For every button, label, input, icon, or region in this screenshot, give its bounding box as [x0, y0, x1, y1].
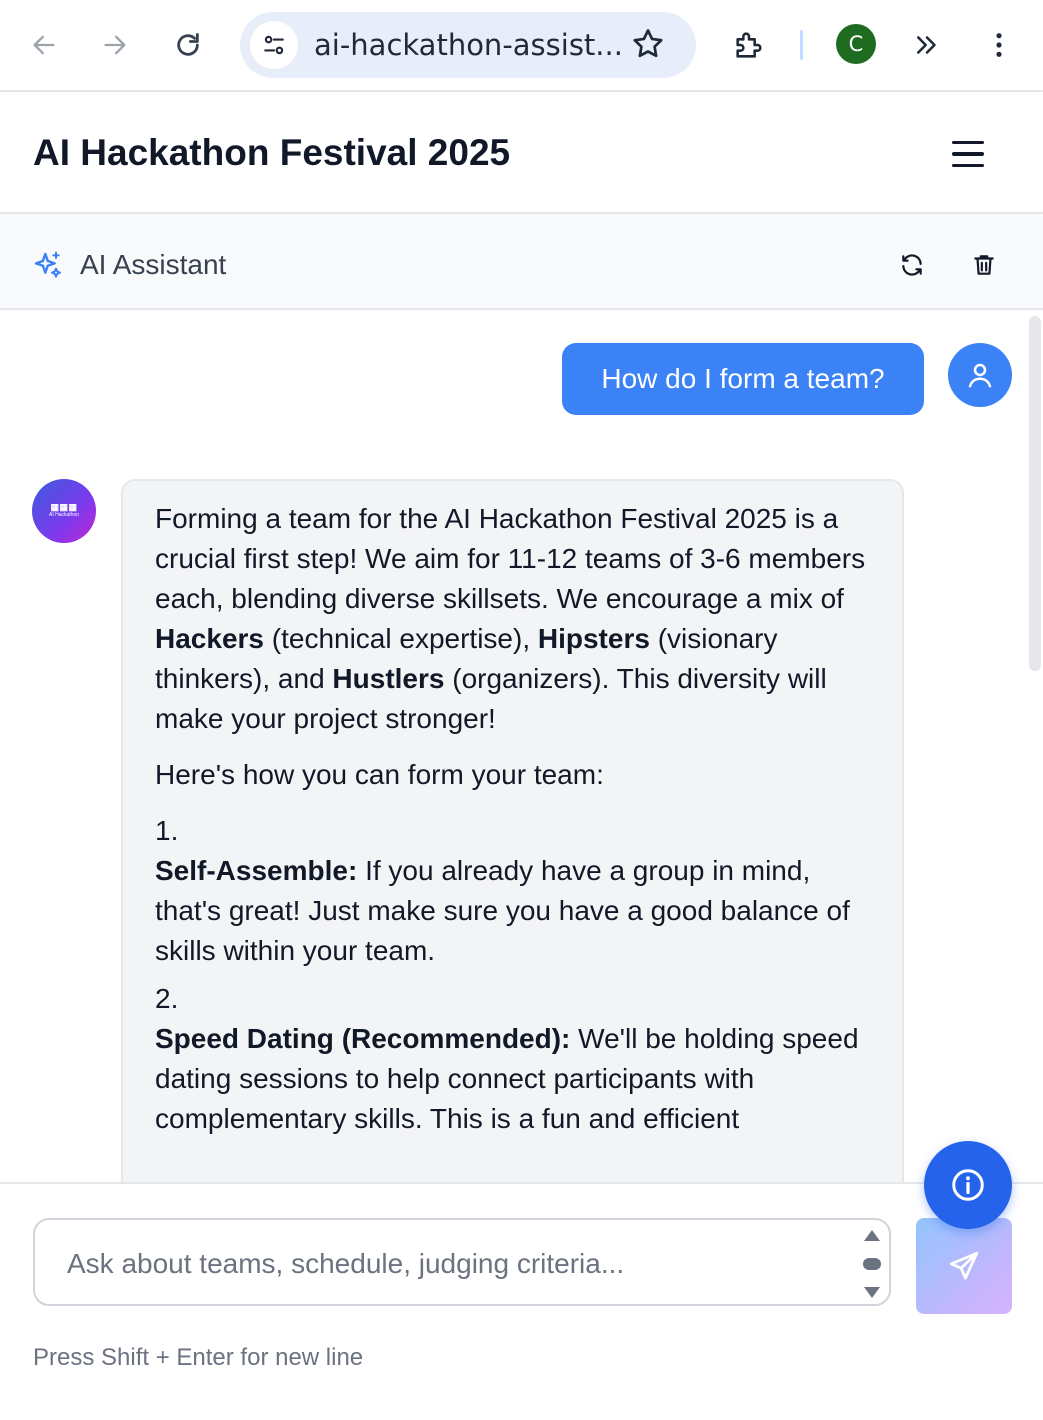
browser-toolbar: ai-hackathon-assist... C — [0, 0, 1043, 92]
reload-button[interactable] — [165, 22, 211, 68]
toolbar-divider — [800, 30, 803, 60]
info-icon — [952, 1169, 984, 1201]
tune-icon — [264, 35, 284, 55]
clear-chat-button[interactable] — [969, 250, 999, 280]
arrow-left-icon — [33, 35, 55, 55]
list-item: 2. Speed Dating (Recommended): We'll be … — [155, 983, 859, 1134]
extensions-button[interactable] — [726, 22, 772, 68]
assistant-header: AI Assistant — [0, 216, 1043, 310]
bot-avatar-label: AI Hackathon — [48, 512, 80, 518]
send-icon — [949, 1251, 979, 1280]
info-button[interactable] — [924, 1141, 1012, 1229]
chat-scrollbar[interactable] — [1027, 312, 1043, 1182]
hamburger-menu-button[interactable] — [946, 132, 990, 176]
hustlers-term: Hustlers — [332, 663, 445, 694]
hackathon-logo: ▦▦▦ — [50, 502, 78, 512]
double-chevron-right-icon — [917, 36, 936, 54]
triangle-down-icon — [864, 1287, 880, 1298]
arrow-right-icon — [104, 35, 126, 55]
assistant-message: Forming a team for the AI Hackathon Fest… — [121, 479, 904, 1182]
refresh-chat-button[interactable] — [897, 250, 927, 280]
hipsters-term: Hipsters — [537, 623, 650, 654]
forward-button[interactable] — [92, 22, 138, 68]
message-input-box[interactable] — [33, 1218, 891, 1306]
input-stepper[interactable] — [857, 1228, 887, 1300]
user-message: How do I form a team? — [562, 343, 924, 415]
list-item: 1. Self-Assemble: If you already have a … — [155, 815, 850, 966]
sparkles-icon — [34, 251, 61, 278]
profile-avatar[interactable]: C — [836, 24, 876, 64]
address-bar[interactable]: ai-hackathon-assist... — [240, 12, 696, 78]
back-button[interactable] — [21, 22, 67, 68]
browser-menu-button[interactable] — [976, 22, 1022, 68]
input-hint: Press Shift + Enter for new line — [33, 1344, 364, 1371]
site-info-button[interactable] — [250, 21, 298, 69]
refresh-icon — [902, 254, 922, 276]
message-input[interactable] — [35, 1220, 855, 1304]
message-paragraph: Forming a team for the AI Hackathon Fest… — [155, 503, 866, 734]
more-tabs-button[interactable] — [904, 22, 950, 68]
user-avatar — [948, 343, 1012, 407]
message-paragraph: Here's how you can form your team: — [155, 759, 604, 790]
trash-icon — [974, 255, 994, 275]
scroll-handle-icon — [863, 1258, 881, 1270]
hackers-term: Hackers — [155, 623, 264, 654]
url-text: ai-hackathon-assist... — [314, 28, 623, 62]
bot-avatar: ▦▦▦ AI Hackathon — [32, 479, 96, 543]
chat-input-area: Press Shift + Enter for new line — [0, 1182, 1043, 1420]
send-button[interactable] — [916, 1218, 1012, 1314]
kebab-menu-icon — [996, 33, 1002, 57]
app-header: AI Hackathon Festival 2025 — [0, 92, 1043, 214]
user-icon — [968, 363, 992, 388]
triangle-up-icon — [864, 1230, 880, 1241]
bookmark-star-icon[interactable] — [630, 26, 666, 62]
page-title: AI Hackathon Festival 2025 — [33, 132, 511, 173]
puzzle-icon — [736, 32, 762, 58]
chat-messages[interactable]: How do I form a team? ▦▦▦ AI Hackathon F… — [0, 312, 1043, 1182]
scrollbar-thumb[interactable] — [1029, 316, 1041, 671]
hamburger-icon — [952, 140, 984, 145]
assistant-title: AI Assistant — [80, 249, 227, 280]
reload-icon — [177, 33, 199, 56]
